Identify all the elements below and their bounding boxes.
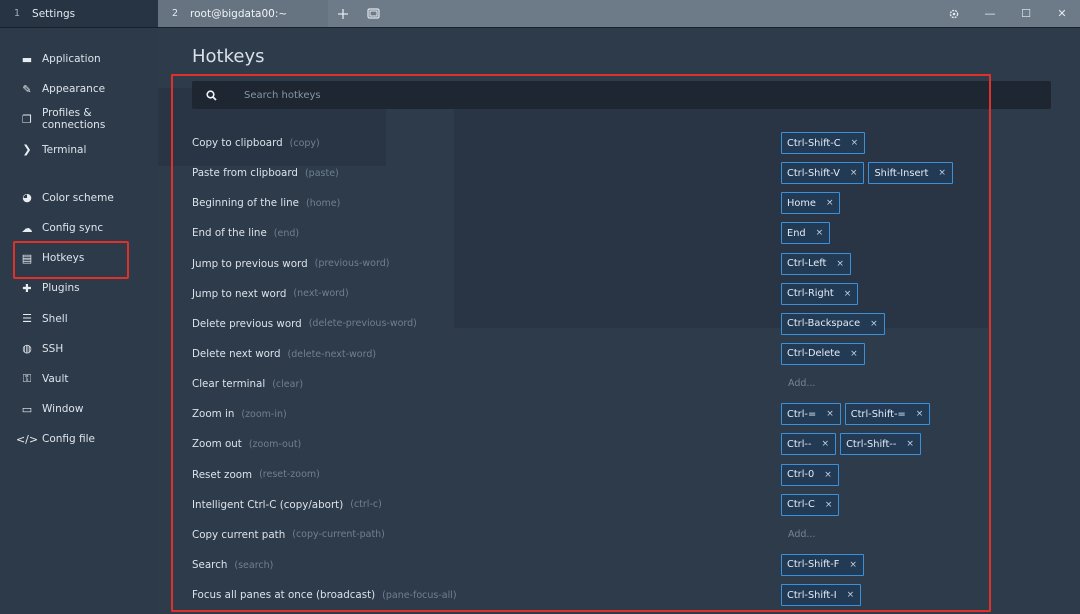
sidebar-item-color-scheme[interactable]: ◕ Color scheme [0, 183, 158, 213]
sidebar-item-plugins[interactable]: ✚ Plugins [0, 273, 158, 303]
monitor-icon: ▬ [21, 52, 33, 66]
palette-icon: ◕ [22, 191, 32, 205]
tab-number: 2 [172, 8, 179, 19]
list-icon: ☰ [22, 312, 32, 326]
sidebar-item-label: Config file [42, 433, 96, 446]
sidebar-item-window[interactable]: ▭ Window [0, 394, 158, 424]
sidebar-item-label: Shell [42, 312, 68, 325]
plus-icon[interactable] [328, 0, 358, 28]
settings-sidebar: ▬ Application ✎ Appearance ❐ Profiles & conne… [0, 28, 158, 614]
tab-title: Settings [32, 7, 76, 20]
sidebar-item-appearance[interactable]: ✎ Appearance [0, 74, 158, 104]
sidebar-item-hotkeys[interactable]: ▤ Hotkeys [0, 241, 158, 280]
brush-icon: ✎ [22, 82, 32, 96]
sidebar-item-label: Hotkeys [42, 252, 85, 265]
tab-settings[interactable]: 1 Settings [0, 0, 158, 27]
page-title: Hotkeys [192, 46, 265, 67]
window-icon: ▭ [21, 402, 33, 416]
sidebar-item-profiles-connections[interactable]: ❐ Profiles & connections [0, 104, 158, 134]
sidebar-item-shell[interactable]: ☰ Shell [0, 304, 158, 334]
puzzle-icon: ✚ [22, 281, 32, 295]
sidebar-item-label: Vault [42, 372, 69, 385]
sidebar-item-ssh[interactable]: ◍ SSH [0, 334, 158, 364]
sidebar-item-label: Plugins [42, 282, 80, 295]
tab-bar: 1 Settings 2 root@bigdata00:~ — ☐ ✕ [0, 0, 1080, 28]
sidebar-item-vault[interactable]: ⚿ Vault [0, 364, 158, 394]
sidebar-item-label: Profiles & connections [41, 107, 106, 132]
sidebar-item-label: Config sync [42, 222, 104, 235]
sidebar-group-extra: ◕ Color scheme ☁ Config sync ▤ Hotkeys ✚ Plugin… [0, 165, 158, 455]
minimize-button[interactable]: — [972, 0, 1008, 28]
close-button[interactable]: ✕ [1044, 0, 1080, 28]
key-icon: ⚿ [22, 371, 32, 385]
keyboard-icon: ▤ [21, 251, 33, 265]
tab-number: 1 [14, 8, 21, 19]
code-icon: </> [15, 432, 39, 446]
sidebar-item-config-sync[interactable]: ☁ Config sync [0, 213, 158, 243]
sidebar-item-terminal[interactable]: ❯ Terminal [0, 135, 158, 165]
cloud-icon: ☁ [21, 221, 33, 235]
sidebar-item-config-file[interactable]: </> Config file [0, 424, 158, 454]
gear-icon[interactable] [936, 0, 972, 28]
tab-bar-controls: — ☐ ✕ [328, 0, 1080, 27]
sidebar-item-label: Application [42, 53, 101, 66]
sidebar-item-label: Terminal [42, 143, 87, 156]
sidebar-group-main: ▬ Application ✎ Appearance ❐ Profiles & conne… [0, 28, 158, 165]
sidebar-item-application[interactable]: ▬ Application [0, 44, 158, 74]
terminal-icon: ❯ [22, 143, 32, 157]
maximize-button[interactable]: ☐ [1008, 0, 1044, 28]
window-icon[interactable] [358, 0, 388, 28]
highlight-annotation [171, 74, 991, 612]
tab-title: root@bigdata00:~ [190, 7, 288, 20]
tab-terminal[interactable]: 2 root@bigdata00:~ [158, 0, 328, 27]
hotkeys-panel: Hotkeys Copy to clipboard(copy)Ctrl-Shif… [158, 28, 1080, 614]
sidebar-item-label: Color scheme [42, 191, 114, 204]
profiles-icon: ❐ [22, 112, 32, 126]
sidebar-item-label: SSH [42, 342, 64, 355]
sidebar-item-label: Appearance [42, 83, 106, 96]
globe-icon: ◍ [22, 342, 32, 356]
sidebar-item-label: Window [42, 403, 84, 416]
